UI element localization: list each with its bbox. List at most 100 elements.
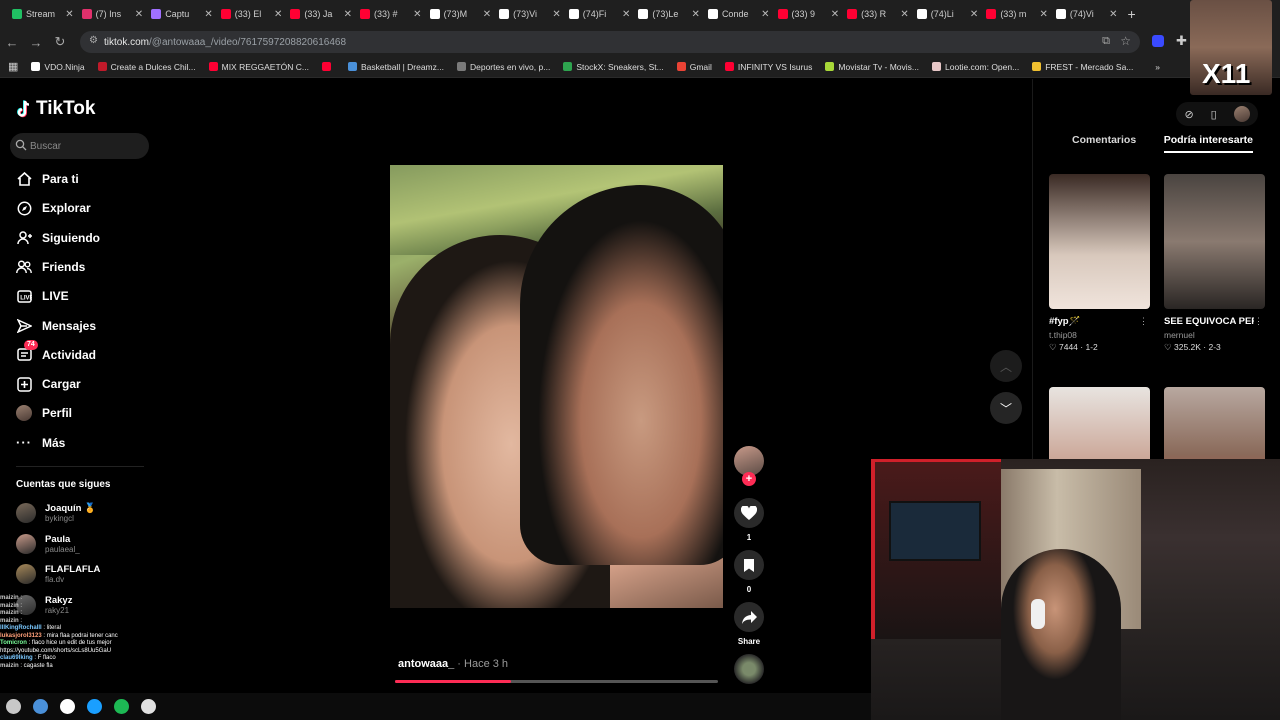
tab-suggested[interactable]: Podría interesarte	[1163, 134, 1253, 153]
close-icon[interactable]: ✕	[970, 9, 978, 20]
nav-item-friends[interactable]: Friends	[16, 259, 85, 275]
more-bookmarks-button[interactable]: »	[1155, 62, 1160, 72]
browser-tab[interactable]: Captu ✕	[147, 3, 217, 25]
site-info-icon[interactable]: ⚙	[89, 35, 98, 46]
forward-icon[interactable]: →	[24, 35, 48, 50]
browser-tab[interactable]: (33) m ✕	[982, 3, 1052, 25]
nav-item-explorar[interactable]: Explorar	[16, 200, 91, 216]
close-icon[interactable]: ✕	[831, 9, 839, 20]
bookmark-item[interactable]	[321, 62, 335, 71]
bookmark-star-icon[interactable]: ☆	[1120, 34, 1131, 48]
obs-icon[interactable]	[60, 699, 75, 714]
close-icon[interactable]: ✕	[900, 9, 908, 20]
follow-plus-icon[interactable]: +	[742, 472, 756, 486]
close-icon[interactable]: ✕	[622, 9, 630, 20]
search-input[interactable]: Buscar	[10, 133, 149, 159]
browser-tab[interactable]: (74)Vi ✕	[1052, 3, 1122, 25]
bookmark-favicon-icon	[563, 62, 573, 71]
browser-tab[interactable]: Conde ✕	[704, 3, 774, 25]
suggested-video-card[interactable]: #fyp🪄 t.thip08 ♡ 7444 · 1-2 ⋮	[1049, 174, 1150, 353]
tiktok-logo[interactable]: TikTok	[16, 98, 95, 120]
record-icon[interactable]	[141, 699, 156, 714]
extensions-puzzle-icon[interactable]: ✚	[1176, 33, 1187, 49]
close-icon[interactable]: ✕	[483, 9, 491, 20]
video-progress-bar[interactable]	[395, 680, 718, 683]
close-icon[interactable]: ✕	[1109, 9, 1117, 20]
phone-icon[interactable]: ▯	[1211, 108, 1217, 121]
browser-tab[interactable]: (33) 9 ✕	[774, 3, 844, 25]
like-button[interactable]	[734, 498, 764, 528]
previous-video-button[interactable]: ︿	[990, 350, 1022, 382]
following-account[interactable]: FLAFLAFLA fla.dv	[16, 564, 100, 584]
apps-grid-icon[interactable]: ▦	[8, 60, 18, 73]
nav-item-mensajes[interactable]: Mensajes	[16, 318, 96, 334]
bookmark-item[interactable]: Gmail	[676, 62, 712, 72]
browser-tab[interactable]: (33) # ✕	[356, 3, 426, 25]
close-icon[interactable]: ✕	[1040, 9, 1048, 20]
bookmark-item[interactable]: FREST - Mercado Sa...	[1032, 62, 1133, 72]
bookmark-item[interactable]: Basketball | Dreamz...	[347, 62, 444, 72]
coin-icon[interactable]: ⊘	[1184, 108, 1193, 121]
more-options-icon[interactable]: ⋮	[1254, 316, 1263, 327]
close-icon[interactable]: ✕	[274, 9, 282, 20]
browser-tab[interactable]: (74)Fi ✕	[565, 3, 635, 25]
close-icon[interactable]: ✕	[344, 9, 352, 20]
nav-item-perfil[interactable]: Perfil	[16, 405, 72, 422]
following-account[interactable]: Joaquín 🏅 bykingcl	[16, 503, 96, 523]
save-button[interactable]	[734, 550, 764, 580]
close-icon[interactable]: ✕	[692, 9, 700, 20]
browser-tab-strip: Stream ✕ (7) Ins ✕ Captu ✕ (33) El ✕ (33) Ja ✕ (33…	[0, 0, 1280, 28]
video-player[interactable]	[390, 165, 723, 608]
close-icon[interactable]: ✕	[413, 9, 421, 20]
share-button[interactable]	[734, 602, 764, 632]
nav-item-live[interactable]: LIVE LIVE	[16, 288, 69, 304]
close-icon[interactable]: ✕	[135, 9, 143, 20]
following-account[interactable]: Paula paulaeal_	[16, 533, 80, 554]
install-app-icon[interactable]: ⧉	[1102, 35, 1110, 48]
bookmark-item[interactable]: MIX REGGAETÓN C...	[208, 62, 309, 72]
close-icon[interactable]: ✕	[65, 9, 73, 20]
save-count: 0	[746, 585, 752, 594]
bookmark-item[interactable]: StockX: Sneakers, St...	[563, 62, 664, 72]
close-icon[interactable]: ✕	[761, 9, 769, 20]
bookmark-item[interactable]: INFINITY VS Isurus	[724, 62, 812, 72]
tab-comments[interactable]: Comentarios	[1072, 134, 1136, 153]
bookmark-item[interactable]: Movistar Tv - Movis...	[825, 62, 919, 72]
close-icon[interactable]: ✕	[552, 9, 560, 20]
bookmark-item[interactable]: VDO.Ninja	[31, 62, 85, 72]
nav-item-actividad[interactable]: 74 Actividad	[16, 339, 96, 363]
new-tab-button[interactable]: +	[1128, 6, 1136, 22]
chrome-icon[interactable]	[33, 699, 48, 714]
nav-item-para-ti[interactable]: Para ti	[16, 171, 79, 187]
start-icon[interactable]	[6, 699, 21, 714]
browser-tab[interactable]: (73)Vi ✕	[495, 3, 565, 25]
browser-tab[interactable]: (74)Li ✕	[913, 3, 983, 25]
close-icon[interactable]: ✕	[204, 9, 212, 20]
bookmark-item[interactable]: Lootie.com: Open...	[932, 62, 1019, 72]
back-icon[interactable]: ←	[0, 35, 24, 50]
browser-tab[interactable]: (33) El ✕	[217, 3, 287, 25]
bookmark-item[interactable]: Create a Dulces Chil...	[97, 62, 196, 72]
steam-icon[interactable]	[87, 699, 102, 714]
browser-tab[interactable]: (7) Ins ✕	[78, 3, 148, 25]
nav-item-siguiendo[interactable]: Siguiendo	[16, 230, 100, 246]
browser-tab[interactable]: (73)M ✕	[426, 3, 496, 25]
more-options-icon[interactable]: ⋮	[1139, 316, 1148, 327]
next-video-button[interactable]: ﹀	[990, 392, 1022, 424]
video-author[interactable]: antowaaa_	[398, 658, 454, 670]
spotify-icon[interactable]	[114, 699, 129, 714]
extension-icon[interactable]	[1152, 35, 1164, 47]
reload-icon[interactable]: ↻	[48, 34, 72, 50]
address-bar[interactable]: ⚙ tiktok.com/@antowaaa_/video/7617597208…	[80, 31, 1140, 53]
profile-avatar	[16, 405, 32, 422]
browser-tab[interactable]: (33) Ja ✕	[286, 3, 356, 25]
sound-disc[interactable]	[734, 654, 764, 684]
user-avatar[interactable]	[1233, 106, 1250, 122]
browser-tab[interactable]: Stream ✕	[8, 3, 78, 25]
bookmark-item[interactable]: Deportes en vivo, p...	[456, 62, 550, 72]
nav-item-más[interactable]: ··· Más	[16, 435, 65, 451]
browser-tab[interactable]: (33) R ✕	[843, 3, 913, 25]
nav-item-cargar[interactable]: Cargar	[16, 376, 81, 392]
suggested-video-card[interactable]: SEE EQUIVOCA PEPU #mernuel... mernuel ♡ 32…	[1164, 174, 1265, 353]
browser-tab[interactable]: (73)Le ✕	[634, 3, 704, 25]
